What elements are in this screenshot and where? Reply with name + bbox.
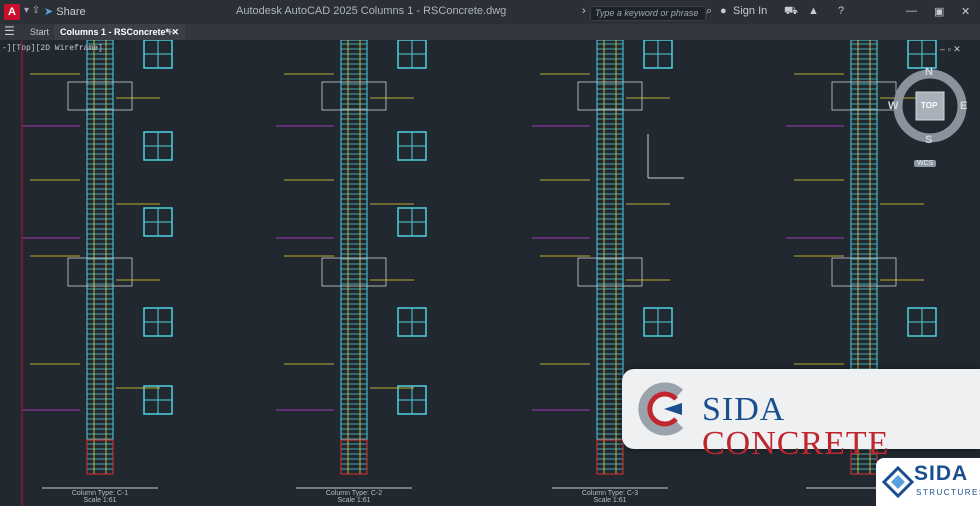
column-type-label: Column Type: C-3 xyxy=(581,490,639,497)
sida-concrete-banner: SIDA CONCRETE xyxy=(622,369,980,461)
column-type-label: Column Type: C-1 xyxy=(71,490,129,497)
compass-west[interactable]: W xyxy=(888,100,898,112)
sida-concrete-logo-icon xyxy=(638,382,684,436)
search-chevron-icon[interactable]: › xyxy=(582,5,586,17)
sida-name: SIDA xyxy=(914,462,969,485)
user-icon[interactable]: ● xyxy=(720,5,727,17)
column-caption-c3: Column Type: C-3 Scale 1:61 xyxy=(570,490,650,504)
quick-access-dropdown-icon[interactable]: ▾ ⇪ xyxy=(24,5,40,16)
title-bar: A ▾ ⇪ ➤ Share Autodesk AutoCAD 2025 Colu… xyxy=(0,0,980,24)
cart-icon[interactable]: ⛟ xyxy=(784,5,798,19)
floor-slab xyxy=(831,81,897,111)
tab-start[interactable]: Start xyxy=(24,24,55,40)
minimize-icon[interactable]: — xyxy=(906,5,917,17)
column-scale-label: Scale 1:61 xyxy=(337,497,371,504)
floor-slab xyxy=(321,257,387,287)
floor-slab xyxy=(321,81,387,111)
search-icon[interactable]: ⌕ xyxy=(706,5,712,18)
compass-north[interactable]: N xyxy=(925,66,933,78)
compass-south[interactable]: S xyxy=(925,134,932,146)
view-cube[interactable]: N S E W TOP xyxy=(888,62,972,154)
search-input[interactable]: Type a keyword or phrase xyxy=(590,6,706,21)
close-icon[interactable]: ✕ xyxy=(961,5,970,18)
sign-in-button[interactable]: Sign In xyxy=(733,5,767,17)
floor-slab xyxy=(831,257,897,287)
sida-subtitle: STRUCTURES xyxy=(916,488,980,497)
floor-slab xyxy=(577,81,643,111)
brand-word-concrete: CONCRETE xyxy=(702,425,890,462)
new-tab-plus-icon[interactable]: + xyxy=(166,24,174,39)
column-scale-label: Scale 1:61 xyxy=(83,497,117,504)
sida-structures-badge: SIDA STRUCTURES xyxy=(876,458,980,506)
help-icon[interactable]: ? xyxy=(838,5,844,17)
brand-title: SIDA CONCRETE xyxy=(702,393,980,461)
share-label: Share xyxy=(56,6,86,18)
share-icon: ➤ xyxy=(44,6,57,18)
column-scale-label: Scale 1:61 xyxy=(593,497,627,504)
brand-word-sida: SIDA xyxy=(702,391,784,428)
floor-slab xyxy=(67,81,133,111)
autocad-app-icon[interactable]: A xyxy=(4,4,20,20)
viewport-window-controls[interactable]: – ▫ ✕ xyxy=(940,44,961,55)
file-tabs-bar: ☰ Start Columns 1 - RSConcrete* ✕ + xyxy=(0,24,980,42)
share-button[interactable]: ➤ Share xyxy=(44,5,86,18)
floor-slab xyxy=(577,257,643,287)
autodesk-app-icon[interactable]: ▲ xyxy=(808,5,819,17)
column-caption-c2: Column Type: C-2 Scale 1:61 xyxy=(314,490,394,504)
compass-east[interactable]: E xyxy=(960,100,967,112)
wcs-menu[interactable]: WCS xyxy=(914,160,937,167)
column-caption-c1: Column Type: C-1 Scale 1:61 xyxy=(60,490,140,504)
column-type-label: Column Type: C-2 xyxy=(325,490,383,497)
view-cube-top-face[interactable]: TOP xyxy=(921,101,937,110)
hamburger-menu-icon[interactable]: ☰ xyxy=(4,25,15,38)
viewport-controls-label[interactable]: -][Top][2D Wireframe] xyxy=(2,44,103,53)
tab-columns-label: Columns 1 - RSConcrete* xyxy=(60,27,170,37)
window-title: Autodesk AutoCAD 2025 Columns 1 - RSConc… xyxy=(236,5,507,17)
floor-slab xyxy=(67,257,133,287)
sida-structures-logo-icon xyxy=(882,466,914,498)
restore-icon[interactable]: ▣ xyxy=(934,5,944,18)
